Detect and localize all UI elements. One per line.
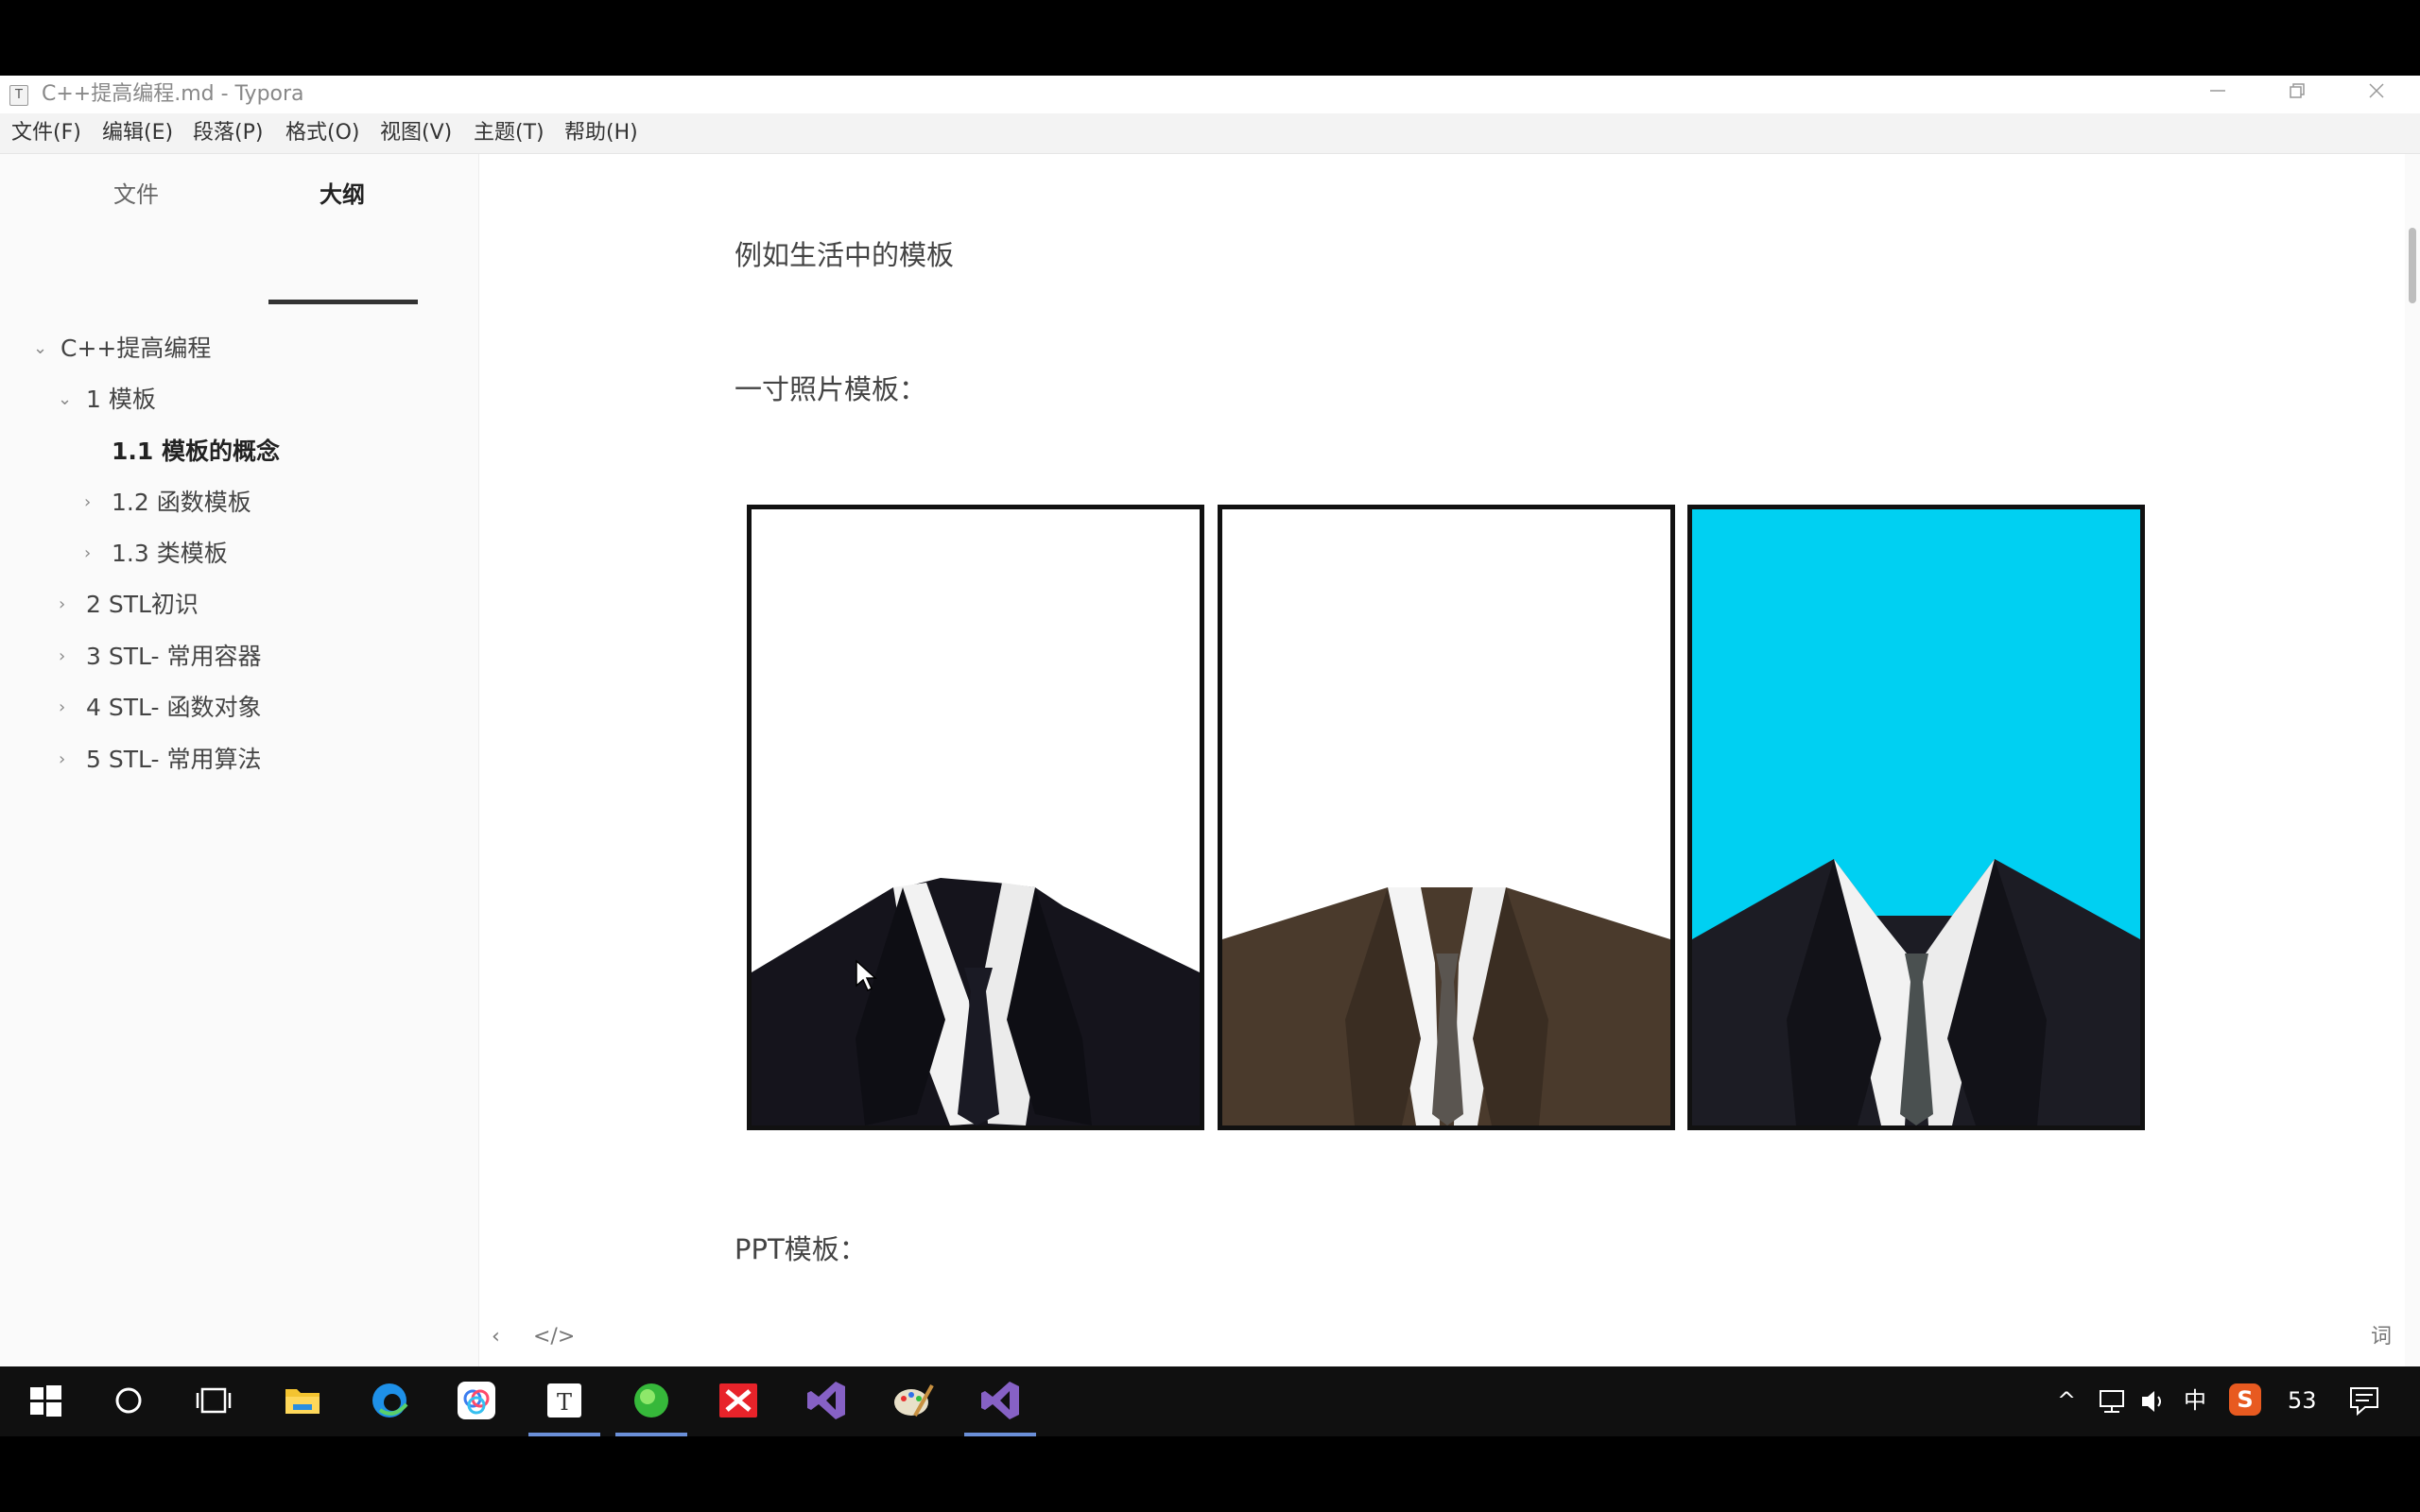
outline-item-stl-algorithms[interactable]: 5 STL- 常用算法 bbox=[86, 744, 261, 776]
letterbox-bottom bbox=[0, 1436, 2420, 1512]
menu-help[interactable]: 帮助(H) bbox=[564, 121, 638, 146]
file-explorer-icon[interactable] bbox=[280, 1378, 325, 1423]
minimize-icon[interactable] bbox=[2180, 76, 2256, 113]
active-tab-indicator bbox=[268, 300, 418, 304]
chevron-down-icon[interactable]: ⌄ bbox=[33, 333, 47, 365]
menu-format[interactable]: 格式(O) bbox=[285, 121, 359, 146]
paragraph-photo-template[interactable]: 一寸照片模板： bbox=[735, 370, 926, 408]
menu-view[interactable]: 视图(V) bbox=[380, 121, 452, 146]
outline-item-class-templates[interactable]: 1.3 类模板 bbox=[112, 538, 228, 570]
suit-photo-brown-white-bg bbox=[1218, 505, 1675, 1130]
chevron-right-icon[interactable]: › bbox=[59, 589, 65, 621]
windows-start-icon[interactable] bbox=[23, 1378, 68, 1423]
outline-item-cpp[interactable]: C++提高编程 bbox=[60, 333, 211, 365]
paint-icon[interactable] bbox=[890, 1378, 936, 1423]
taskbar: T ^ 中 S 53 bbox=[0, 1366, 2420, 1436]
visual-studio-icon-2[interactable] bbox=[977, 1378, 1023, 1423]
outline-item-stl-functors[interactable]: 4 STL- 函数对象 bbox=[86, 692, 261, 724]
code-icon[interactable]: </> bbox=[533, 1323, 575, 1351]
suit-photo-black-white-bg bbox=[747, 505, 1204, 1130]
menu-bar: 文件(F) 编辑(E) 段落(P) 格式(O) 视图(V) 主题(T) 帮助(H… bbox=[0, 113, 2420, 154]
chevron-right-icon[interactable]: › bbox=[84, 538, 91, 570]
volume-icon[interactable] bbox=[2138, 1387, 2169, 1419]
restore-icon[interactable] bbox=[2259, 76, 2335, 113]
browser-icon[interactable] bbox=[367, 1378, 412, 1423]
menu-theme[interactable]: 主题(T) bbox=[474, 121, 544, 146]
chevron-left-icon[interactable]: ‹ bbox=[492, 1323, 500, 1351]
visual-studio-icon[interactable] bbox=[804, 1378, 849, 1423]
tab-outline[interactable]: 大纲 bbox=[268, 180, 416, 209]
close-icon[interactable] bbox=[2339, 76, 2414, 113]
green-app-icon[interactable] bbox=[629, 1378, 674, 1423]
chevron-down-icon[interactable]: ⌄ bbox=[58, 384, 72, 416]
menu-file[interactable]: 文件(F) bbox=[11, 121, 81, 146]
chevron-right-icon[interactable]: › bbox=[59, 641, 65, 673]
tray-badge[interactable]: 53 bbox=[2288, 1382, 2317, 1419]
paragraph-life-templates[interactable]: 例如生活中的模板 bbox=[735, 236, 954, 274]
notification-center-icon[interactable] bbox=[2348, 1385, 2380, 1419]
chevron-right-icon[interactable]: › bbox=[59, 744, 65, 776]
outline-item-function-templates[interactable]: 1.2 函数模板 bbox=[112, 487, 251, 519]
xmind-icon[interactable] bbox=[716, 1378, 761, 1423]
typora-icon[interactable]: T bbox=[542, 1378, 587, 1423]
typora-window: T C++提高编程.md - Typora 文件(F) 编辑(E) 段落(P) … bbox=[0, 76, 2420, 1366]
vertical-scrollbar[interactable] bbox=[2405, 154, 2420, 1366]
menu-edit[interactable]: 编辑(E) bbox=[102, 121, 173, 146]
letterbox-top bbox=[0, 0, 2420, 76]
chevron-right-icon[interactable]: › bbox=[84, 487, 91, 519]
suit-photo-black-blue-bg bbox=[1687, 505, 2145, 1130]
ime-indicator[interactable]: 中 bbox=[2184, 1382, 2206, 1419]
mouse-cursor-icon bbox=[856, 959, 877, 992]
task-view-icon[interactable] bbox=[191, 1378, 236, 1423]
title-bar: T C++提高编程.md - Typora bbox=[0, 76, 2420, 113]
vertical-scrollbar-thumb[interactable] bbox=[2409, 228, 2416, 303]
chevron-up-icon[interactable]: ^ bbox=[2057, 1382, 2076, 1419]
cortana-search-icon[interactable] bbox=[106, 1378, 151, 1423]
paragraph-ppt-template[interactable]: PPT模板： bbox=[735, 1230, 867, 1268]
outline-item-templates[interactable]: 1 模板 bbox=[86, 384, 156, 416]
network-icon[interactable] bbox=[2097, 1387, 2127, 1419]
chevron-right-icon[interactable]: › bbox=[59, 692, 65, 724]
svg-text:T: T bbox=[557, 1389, 572, 1416]
outline-item-stl-intro[interactable]: 2 STL初识 bbox=[86, 589, 199, 621]
sogou-input-icon[interactable]: S bbox=[2229, 1383, 2261, 1416]
outline-item-stl-containers[interactable]: 3 STL- 常用容器 bbox=[86, 641, 261, 673]
menu-paragraph[interactable]: 段落(P) bbox=[193, 121, 263, 146]
watermark-text: 黑马程序员 bbox=[1938, 1334, 2127, 1366]
photos-app-icon[interactable] bbox=[454, 1378, 499, 1423]
typora-app-icon: T bbox=[9, 85, 28, 106]
window-title: C++提高编程.md - Typora bbox=[42, 82, 304, 106]
outline-item-template-concept[interactable]: 1.1 模板的概念 bbox=[112, 436, 280, 468]
word-count[interactable]: 词 bbox=[2371, 1323, 2392, 1351]
play-icon[interactable] bbox=[2288, 1285, 2363, 1361]
tab-files[interactable]: 文件 bbox=[62, 180, 210, 209]
